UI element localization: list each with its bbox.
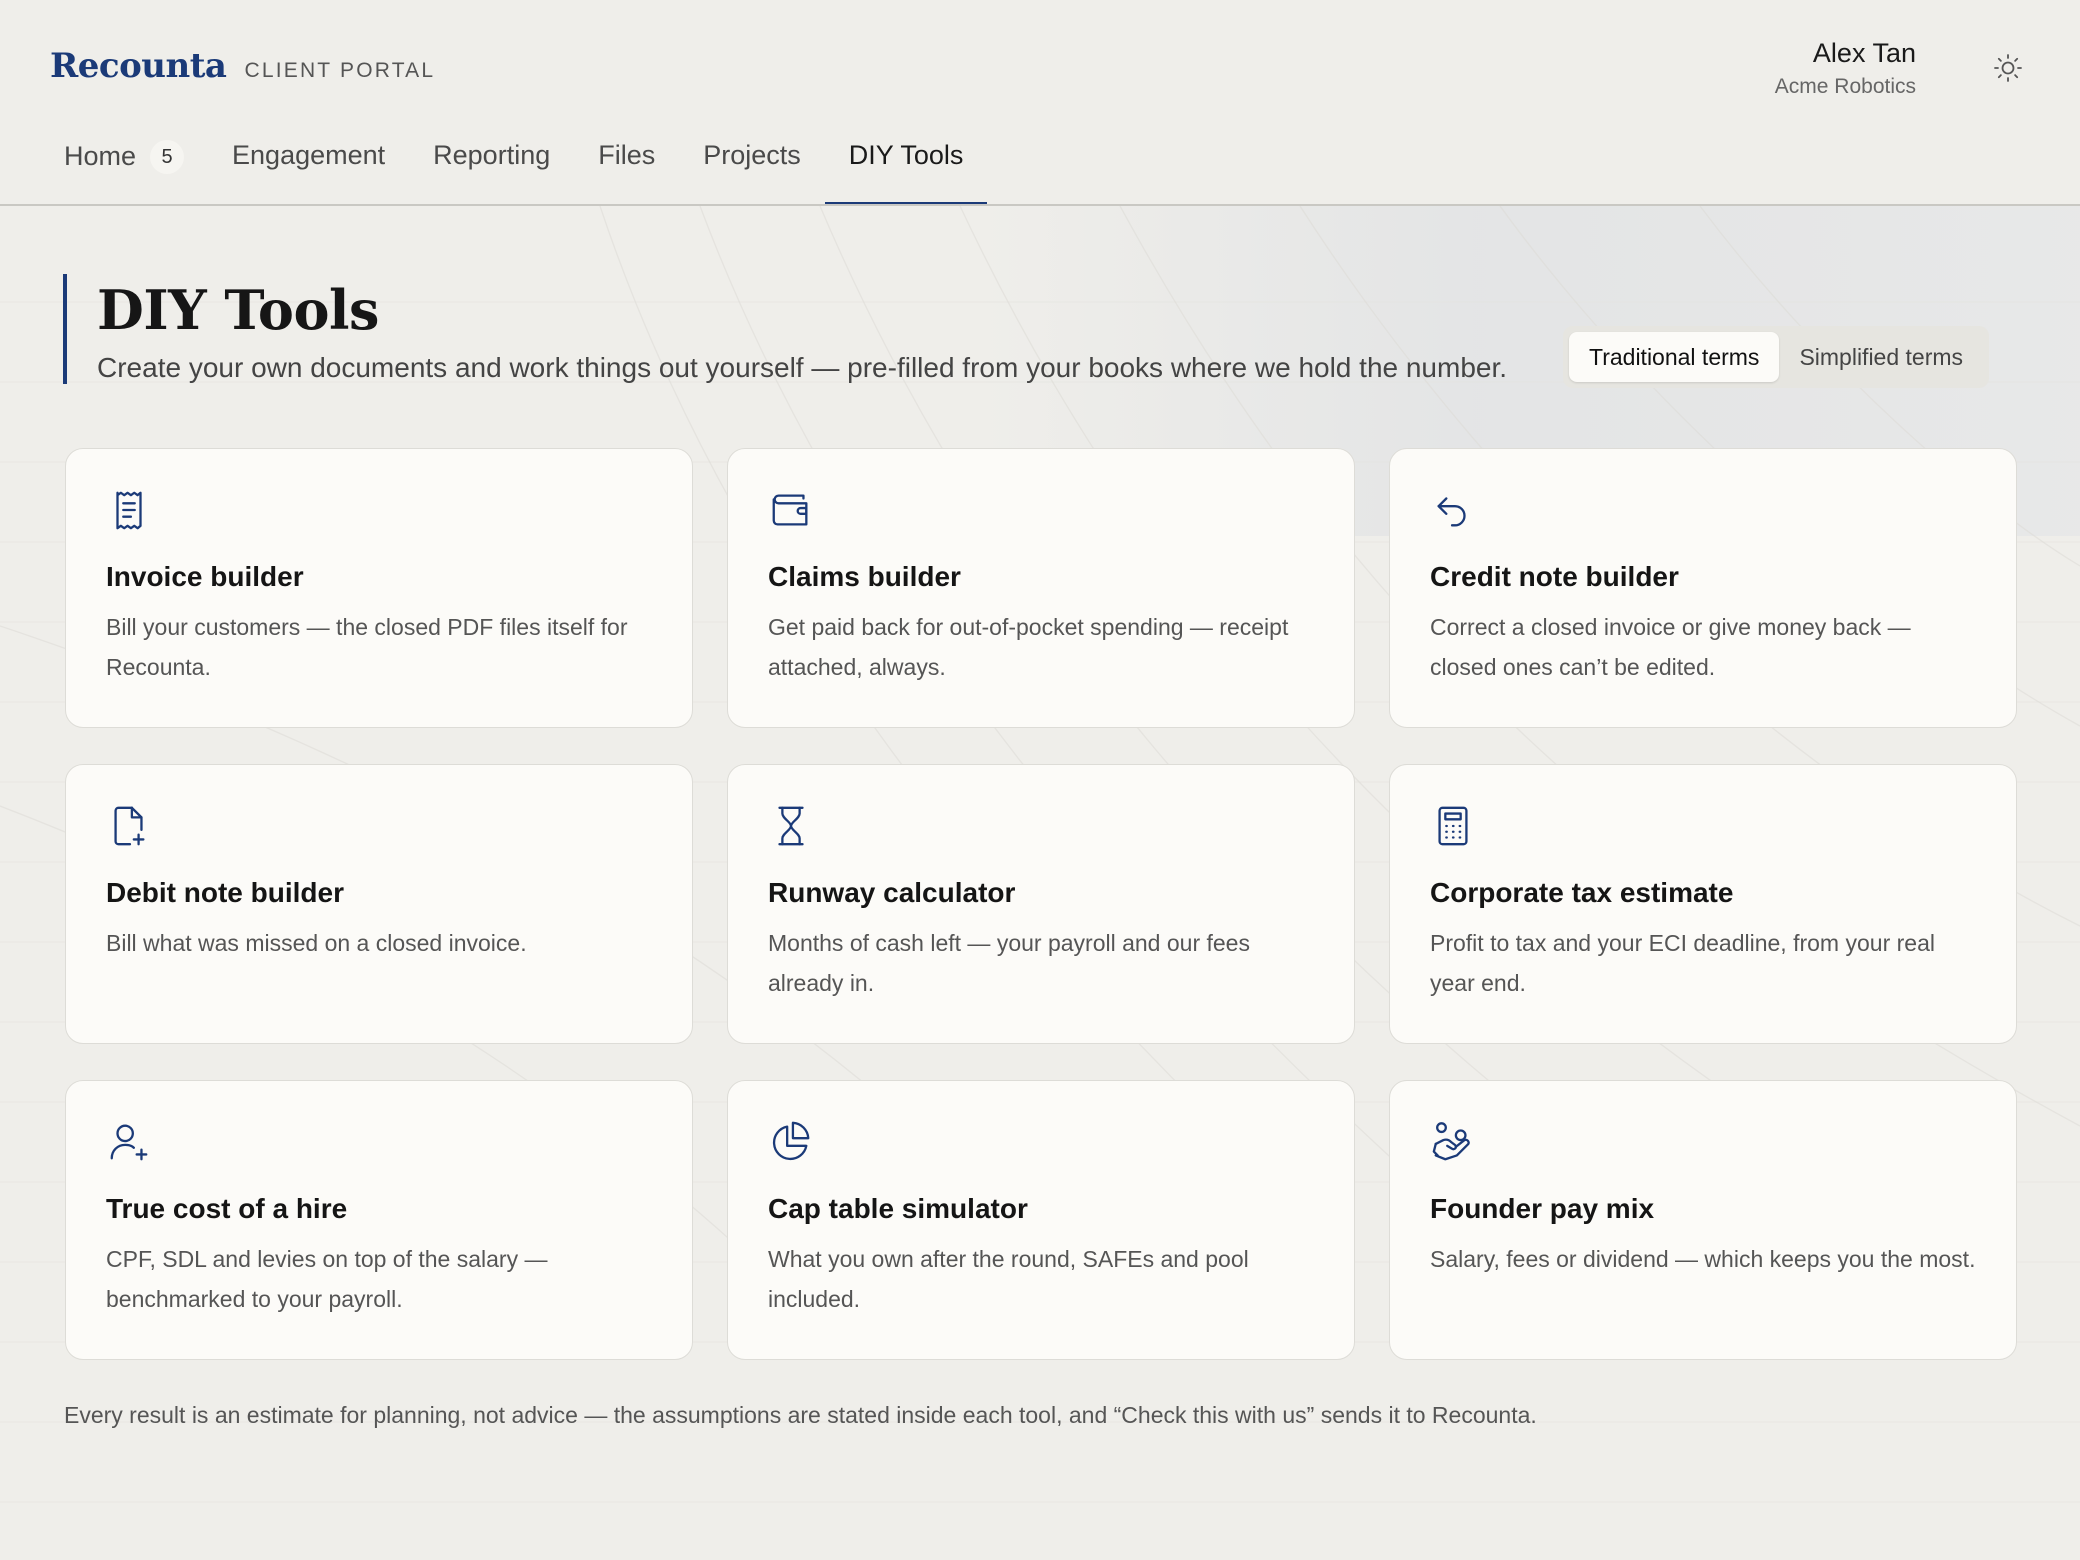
tool-description: Months of cash left — your payroll and o… (768, 930, 1250, 996)
tool-title: Invoice builder (106, 561, 304, 592)
pie-chart-icon (768, 1119, 814, 1165)
undo-arrow-icon (1430, 487, 1476, 533)
user-menu[interactable]: Alex Tan Acme Robotics (1775, 38, 1916, 99)
tab-reporting[interactable]: Reporting (409, 120, 574, 206)
tool-card-corporate-tax-estimate[interactable]: Corporate tax estimate Profit to tax and… (1389, 764, 2017, 1044)
file-plus-icon (106, 803, 152, 849)
tab-files[interactable]: Files (574, 120, 679, 206)
tab-projects[interactable]: Projects (679, 120, 825, 206)
tool-description: What you own after the round, SAFEs and … (768, 1246, 1249, 1312)
tool-description: Bill your customers — the closed PDF fil… (106, 614, 628, 680)
disclaimer-text: Every result is an estimate for planning… (64, 1402, 1537, 1428)
calculator-icon (1430, 803, 1476, 849)
page-subtitle: Create your own documents and work thing… (97, 352, 1508, 383)
tab-diy-tools[interactable]: DIY Tools (824, 120, 988, 206)
sun-icon (1994, 54, 2022, 82)
tool-title: Credit note builder (1430, 561, 1679, 592)
tool-card-runway-calculator[interactable]: Runway calculator Months of cash left — … (727, 764, 1355, 1044)
tool-description: Correct a closed invoice or give money b… (1430, 614, 1911, 680)
tool-card-credit-note-builder[interactable]: Credit note builder Correct a closed inv… (1389, 448, 2017, 728)
hourglass-icon (768, 803, 814, 849)
tab-label: Files (598, 140, 656, 170)
logo[interactable]: Recounta (50, 46, 227, 86)
tool-card-founder-pay-mix[interactable]: Founder pay mix Salary, fees or dividend… (1389, 1080, 2017, 1360)
tab-label: Projects (703, 140, 801, 170)
tool-description: Salary, fees or dividend — which keeps y… (1430, 1246, 1976, 1272)
brand: Recounta CLIENT PORTAL (50, 46, 435, 86)
tools-grid: Invoice builder Bill your customers — th… (65, 448, 2017, 1360)
tool-card-debit-note-builder[interactable]: Debit note builder Bill what was missed … (65, 764, 693, 1044)
tab-label: Engagement (232, 140, 386, 170)
terminology-toggle: Traditional terms Simplified terms (1563, 326, 1990, 388)
tab-label: DIY Tools (848, 140, 964, 170)
simplified-terms-option[interactable]: Simplified terms (1779, 332, 1983, 382)
tool-title: Founder pay mix (1430, 1193, 1655, 1224)
tool-card-invoice-builder[interactable]: Invoice builder Bill your customers — th… (65, 448, 693, 728)
receipt-icon (106, 487, 152, 533)
tool-card-true-cost-of-a-hire[interactable]: True cost of a hire CPF, SDL and levies … (65, 1080, 693, 1360)
tool-description: Get paid back for out-of-pocket spending… (768, 614, 1289, 680)
hand-coins-icon (1430, 1119, 1476, 1165)
tab-home[interactable]: Home 5 (40, 120, 208, 206)
top-bar: Recounta CLIENT PORTAL Alex Tan Acme Rob… (0, 0, 2080, 206)
tool-card-claims-builder[interactable]: Claims builder Get paid back for out-of-… (727, 448, 1355, 728)
theme-toggle-button[interactable] (1992, 52, 2024, 84)
user-name: Alex Tan (1812, 38, 1916, 68)
tool-description: CPF, SDL and levies on top of the salary… (106, 1246, 548, 1312)
tool-description: Profit to tax and your ECI deadline, fro… (1430, 930, 1935, 996)
page-title: DIY Tools (97, 278, 379, 342)
header-divider (0, 204, 2080, 206)
tab-engagement[interactable]: Engagement (208, 120, 409, 206)
notification-badge: 5 (150, 140, 185, 174)
tool-title: Runway calculator (768, 877, 1016, 908)
portal-label: CLIENT PORTAL (244, 59, 436, 82)
tool-title: Claims builder (768, 561, 961, 592)
user-org: Acme Robotics (1774, 75, 1916, 98)
wallet-icon (768, 487, 814, 533)
main-nav: Home 5 Engagement Reporting Files Project… (40, 120, 987, 206)
tool-title: True cost of a hire (106, 1193, 348, 1224)
tab-label: Home (64, 141, 137, 171)
tool-card-cap-table-simulator[interactable]: Cap table simulator What you own after t… (727, 1080, 1355, 1360)
tool-description: Bill what was missed on a closed invoice… (106, 930, 527, 956)
traditional-terms-option[interactable]: Traditional terms (1569, 332, 1780, 382)
tool-title: Corporate tax estimate (1430, 877, 1734, 908)
page-header: DIY Tools Create your own documents and … (63, 274, 1507, 384)
user-plus-icon (106, 1119, 152, 1165)
tool-title: Debit note builder (106, 877, 344, 908)
tool-title: Cap table simulator (768, 1193, 1028, 1224)
tab-label: Reporting (433, 140, 551, 170)
